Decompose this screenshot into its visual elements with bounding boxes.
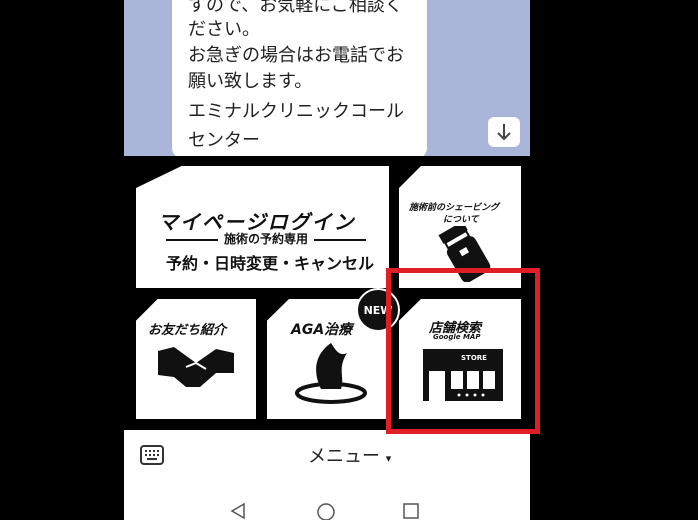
aga-title: AGA治療 [291, 322, 353, 338]
chevron-down-icon: ▾ [385, 452, 392, 465]
menu-toggle-button[interactable]: メニュー ▾ [308, 442, 391, 468]
login-subtitle: 施術の予約専用 [218, 230, 315, 247]
back-triangle-icon[interactable] [230, 502, 246, 520]
recents-square-icon[interactable] [403, 503, 419, 519]
handshake-icon [158, 347, 234, 387]
phone-screen: すので、お気軽にご相談く ださい。 お急ぎの場合はお電話でお 願い致します。 エ… [124, 0, 530, 520]
friend-title: お友だち紹介 [148, 323, 227, 338]
friend-referral-tile[interactable]: お友だち紹介 [136, 299, 256, 419]
menu-label: メニュー [308, 446, 380, 467]
message-line: ださい。 [188, 19, 260, 40]
system-navigation-bar [124, 478, 530, 520]
message-line: すので、お気軽にご相談く [188, 0, 403, 16]
shaving-title-line2: について [443, 215, 479, 225]
login-actions: 予約・日時変更・キャンセル [166, 254, 375, 273]
home-circle-icon[interactable] [316, 502, 336, 520]
mypage-login-tile[interactable]: マイページログイン 施術の予約専用 予約・日時変更・キャンセル [136, 166, 389, 288]
message-line: 願い致します。 [188, 71, 313, 92]
message-line: センター [188, 130, 260, 151]
message-line: お急ぎの場合はお電話でお [188, 45, 404, 66]
keyboard-toggle-button[interactable] [140, 445, 164, 465]
chat-footer: メニュー ▾ [124, 430, 530, 478]
scroll-to-bottom-button[interactable] [488, 117, 520, 147]
chat-area: すので、お気軽にご相談く ださい。 お急ぎの場合はお電話でお 願い致します。 エ… [124, 0, 530, 158]
hair-icon [295, 343, 367, 404]
keyboard-icon [145, 450, 159, 460]
arrow-down-icon [497, 124, 511, 141]
highlight-box [386, 268, 540, 434]
message-line: エミナルクリニックコール [188, 101, 404, 122]
